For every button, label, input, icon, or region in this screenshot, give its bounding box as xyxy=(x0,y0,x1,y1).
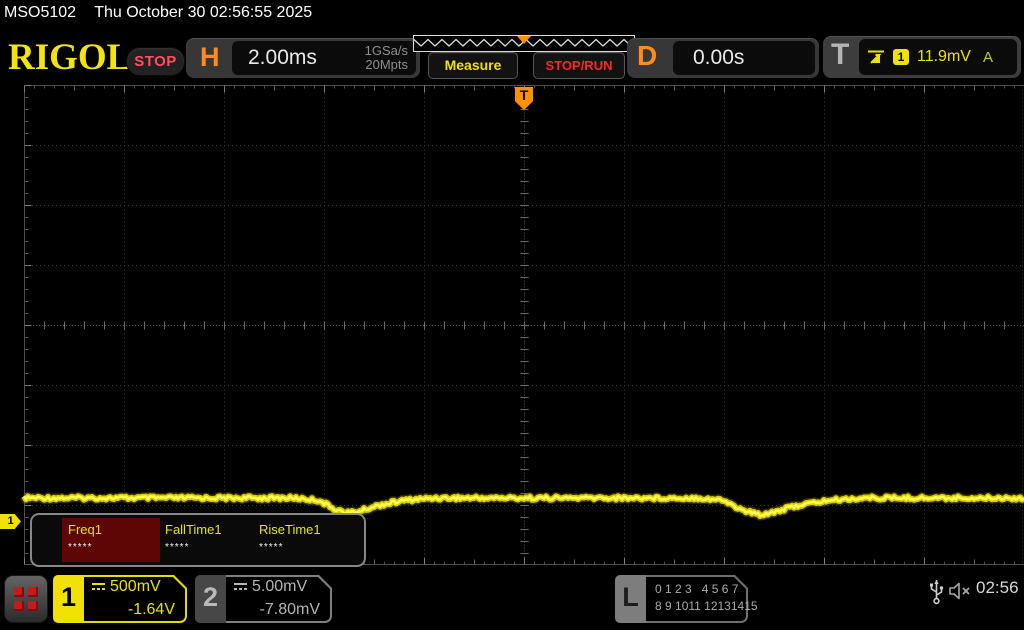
delay-label: D xyxy=(637,40,658,71)
channel2-number-tab[interactable]: 2 xyxy=(195,575,226,623)
channel2-offset: -7.80mV xyxy=(259,601,320,618)
trigger-source-badge: 1 xyxy=(893,49,909,65)
trigger-slope-icon xyxy=(868,50,884,64)
layout-grid-button[interactable] xyxy=(4,575,48,623)
measurement-label[interactable]: RiseTime1 xyxy=(259,522,321,537)
measurement-value: ***** xyxy=(259,542,284,553)
memory-depth: 20Mpts xyxy=(365,57,408,72)
trigger-label: T xyxy=(831,38,850,71)
dc-coupling-icon xyxy=(234,583,247,590)
run-state-badge: STOP xyxy=(126,47,185,76)
timebase-value: 2.00ms xyxy=(248,46,317,69)
horizontal-label: H xyxy=(200,42,220,72)
channel2-widget[interactable]: 2 5.00mV -7.80mV xyxy=(195,575,332,623)
channel1-number-tab[interactable]: 1 xyxy=(53,575,84,623)
ch1-waveform xyxy=(20,491,1024,521)
trigger-level-value: 11.9mV xyxy=(917,48,971,65)
memory-position-icon[interactable] xyxy=(517,36,531,44)
sample-rate: 1GSa/s xyxy=(364,43,408,58)
stop-run-button[interactable]: STOP/RUN xyxy=(533,52,625,79)
digital-channels-widget[interactable]: L 0 1 2 3 4 5 6 7 8 9 1011 12131415 xyxy=(615,575,758,623)
four-squares-icon xyxy=(14,587,38,611)
titlebar: MSO5102 Thu October 30 02:56:55 2025 xyxy=(4,4,312,22)
digital-channels-row1: 0 1 2 3 4 5 6 7 xyxy=(655,582,739,596)
measurement-label[interactable]: FallTime1 xyxy=(165,522,222,537)
channel2-scale: 5.00mV xyxy=(252,578,308,595)
channel1-offset: -1.64V xyxy=(127,601,175,618)
measurement-overlay[interactable]: Freq1 ***** FallTime1 ***** RiseTime1 **… xyxy=(30,513,366,567)
datetime-label: Thu October 30 02:56:55 2025 xyxy=(94,4,313,21)
model-name: MSO5102 xyxy=(4,4,77,21)
channel1-widget[interactable]: 1 500mV -1.64V xyxy=(53,575,187,623)
dc-coupling-icon xyxy=(92,583,105,590)
measure-button[interactable]: Measure xyxy=(428,52,518,79)
trigger-mode: A xyxy=(982,48,993,66)
graticule: T 1 Freq1 ***** FallTime1 ***** RiseTime… xyxy=(0,85,1024,567)
bottom-bar: 1 500mV -1.64V 2 5.00mV -7.80mV L 0 1 2 … xyxy=(0,570,1024,630)
speaker-muted-icon[interactable] xyxy=(948,580,974,602)
rigol-logo: RIGOL xyxy=(8,37,132,78)
digital-label-tab[interactable]: L xyxy=(615,575,646,623)
delay-widget[interactable]: D 0.00s xyxy=(627,38,819,78)
oscilloscope-screen: MSO5102 Thu October 30 02:56:55 2025 RIG… xyxy=(0,0,1024,630)
measurement-value: ***** xyxy=(68,542,93,553)
digital-channels-row2: 8 9 1011 12131415 xyxy=(655,599,758,613)
measurement-value: ***** xyxy=(165,542,190,553)
trigger-widget[interactable]: T 1 11.9mV A xyxy=(823,36,1021,78)
usb-icon xyxy=(930,580,944,605)
channel1-scale: 500mV xyxy=(110,578,161,595)
horizontal-timebase-widget[interactable]: H 2.00ms 1GSa/s 20Mpts xyxy=(186,38,420,78)
measurement-label[interactable]: Freq1 xyxy=(68,522,102,537)
clock-label: 02:56 xyxy=(976,578,1019,597)
acquisition-info: 1GSa/s 20Mpts xyxy=(365,44,408,72)
delay-value: 0.00s xyxy=(693,46,745,69)
